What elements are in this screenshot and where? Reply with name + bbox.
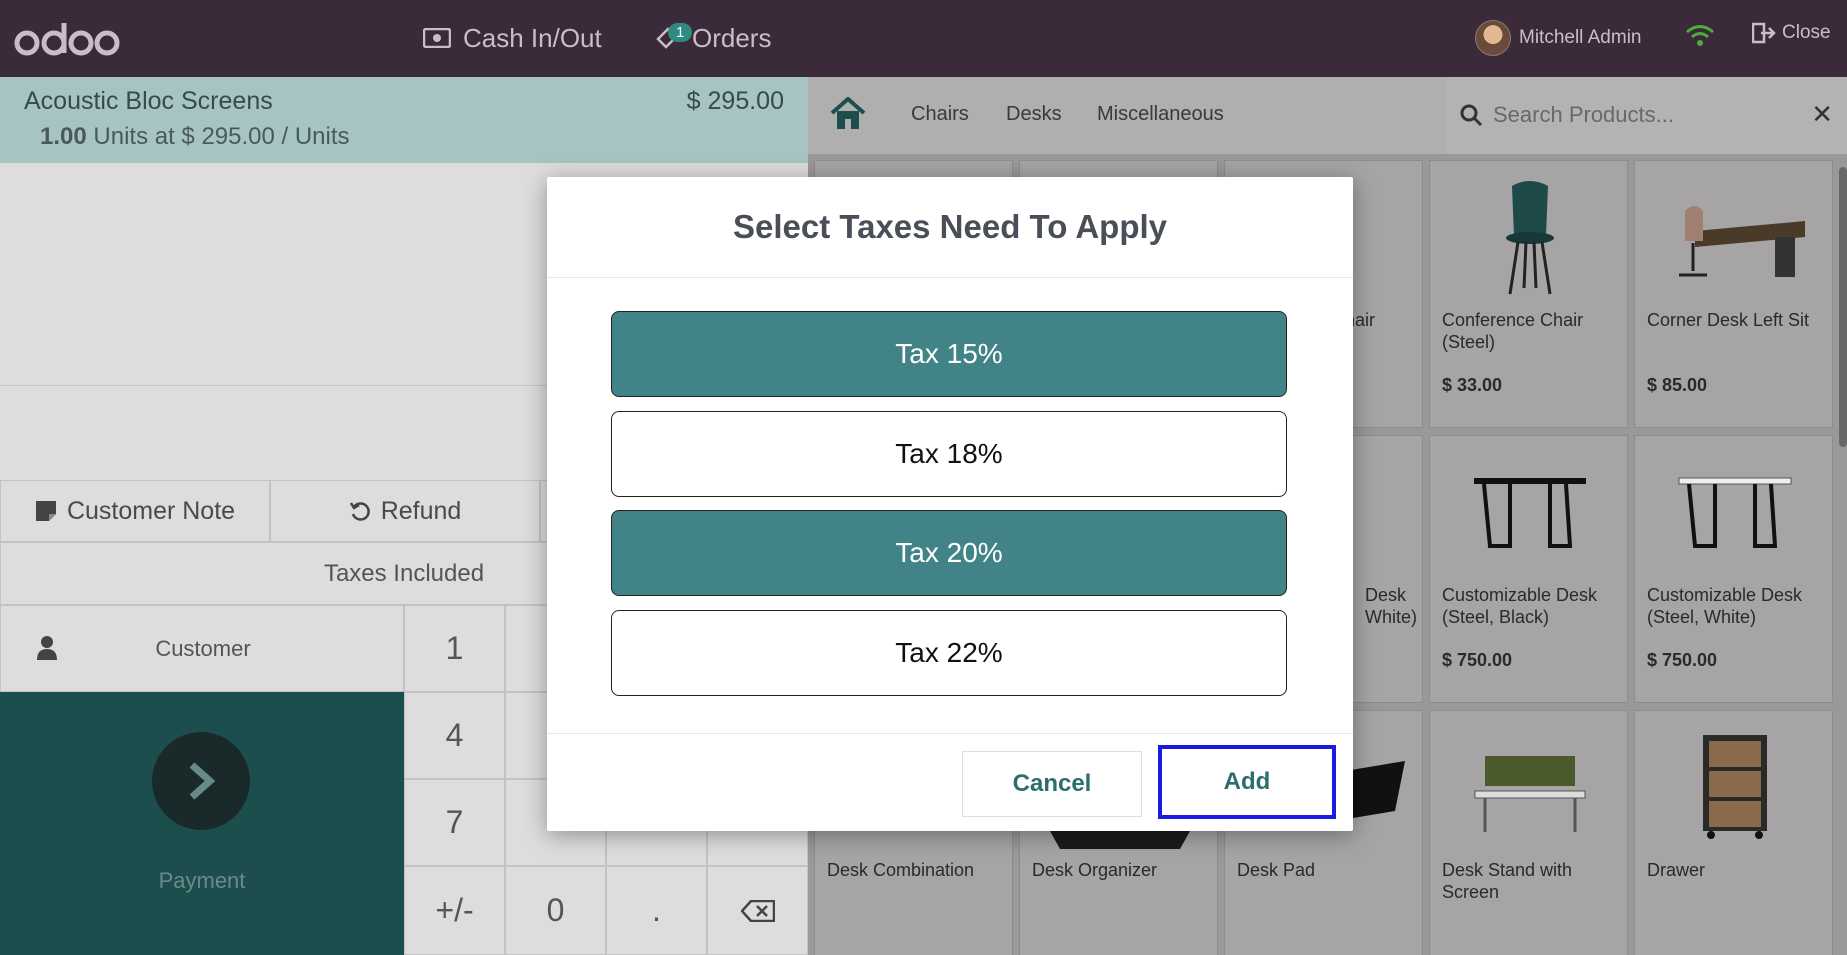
- sign-out-icon: [1752, 22, 1776, 44]
- dialog-footer: Cancel Add: [547, 733, 1353, 831]
- cash-in-out-button[interactable]: Cash In/Out: [423, 18, 602, 58]
- money-icon: [423, 28, 451, 48]
- user-menu[interactable]: Mitchell Admin: [1475, 20, 1642, 56]
- orders-count-badge: 1: [668, 23, 693, 42]
- orders-label: Orders: [692, 22, 772, 53]
- odoo-logo: [14, 20, 120, 58]
- tax-option-15[interactable]: Tax 15%: [611, 311, 1287, 397]
- tax-option-18[interactable]: Tax 18%: [611, 411, 1287, 497]
- add-button[interactable]: Add: [1158, 745, 1336, 819]
- top-navbar: Cash In/Out 1 Orders Mitchell Admin Clos…: [0, 0, 1847, 77]
- select-taxes-dialog: Select Taxes Need To Apply Tax 15% Tax 1…: [547, 177, 1353, 831]
- avatar: [1475, 20, 1511, 56]
- tax-option-20[interactable]: Tax 20%: [611, 510, 1287, 596]
- close-button[interactable]: Close: [1752, 22, 1831, 44]
- ticket-icon: 1: [654, 23, 693, 51]
- close-label: Close: [1782, 22, 1831, 43]
- cancel-button[interactable]: Cancel: [962, 751, 1142, 817]
- tax-option-22[interactable]: Tax 22%: [611, 610, 1287, 696]
- user-name: Mitchell Admin: [1519, 27, 1642, 48]
- cash-in-out-label: Cash In/Out: [463, 22, 602, 53]
- wifi-icon: [1685, 24, 1715, 53]
- orders-button[interactable]: 1 Orders: [654, 18, 771, 58]
- dialog-title: Select Taxes Need To Apply: [547, 177, 1353, 278]
